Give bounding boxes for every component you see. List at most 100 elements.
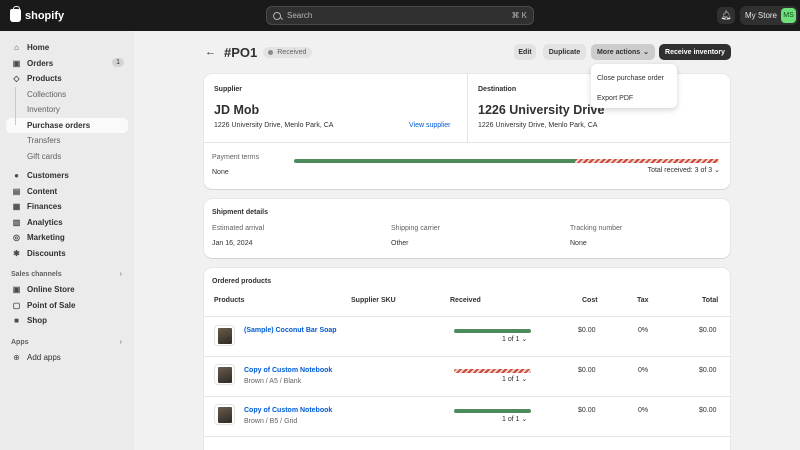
search-input[interactable]: Search ⌘ K: [266, 6, 534, 25]
search-placeholder: Search: [287, 11, 313, 20]
tax-value: 0%: [638, 327, 649, 334]
received-count-dropdown[interactable]: 1 of 1 ⌄: [502, 415, 527, 423]
progress-remaining: [574, 159, 719, 163]
carrier-value: Other: [391, 240, 409, 247]
sidebar-item-label: Shop: [27, 316, 47, 326]
sidebar-item-label: Home: [27, 43, 50, 53]
sidebar-item-collections[interactable]: Collections: [0, 87, 134, 103]
table-row[interactable]: Copy of Custom Notebook Brown / B5 / Gri…: [204, 396, 730, 436]
store-icon: ▣: [12, 285, 21, 295]
sidebar-item-online-store[interactable]: ▣ Online Store: [0, 282, 134, 298]
sidebar-item-content[interactable]: ▤ Content: [0, 184, 134, 200]
top-bar: shopify Search ⌘ K 🔔︎ My Store MS: [0, 0, 800, 31]
sidebar-item-home[interactable]: ⌂ Home: [0, 40, 134, 56]
search-shortcut: ⌘ K: [511, 11, 527, 20]
destination-address: 1226 University Drive, Menlo Park, CA: [478, 122, 598, 129]
sidebar-item-label: Analytics: [27, 217, 63, 227]
sidebar-item-finances[interactable]: ▦ Finances: [0, 199, 134, 215]
status-badge: Received: [263, 46, 313, 58]
sales-channels-label: Sales channels: [11, 271, 62, 278]
apps-header[interactable]: Apps ›: [0, 335, 134, 350]
cost-value: $0.00: [578, 407, 596, 414]
total-received-dropdown[interactable]: Total received: 3 of 3 ⌄: [648, 166, 720, 174]
chevron-down-icon: ⌄: [521, 416, 528, 423]
carrier-label: Shipping carrier: [391, 225, 441, 232]
sidebar-item-orders[interactable]: ▣ Orders 1: [0, 56, 134, 72]
received-progress-bar: [454, 369, 531, 373]
sidebar-item-label: Point of Sale: [27, 300, 76, 310]
sidebar-item-shop[interactable]: ■ Shop: [0, 313, 134, 329]
sales-channels-header[interactable]: Sales channels ›: [0, 267, 134, 282]
bank-icon: ▦: [12, 202, 21, 212]
product-thumbnail: [214, 404, 235, 425]
home-icon: ⌂: [14, 43, 19, 53]
page-title: #PO1: [224, 44, 258, 60]
search-icon: [273, 11, 281, 20]
total-value: $0.00: [699, 327, 717, 334]
shipment-title: Shipment details: [212, 209, 269, 216]
notifications-bell-icon[interactable]: 🔔︎: [717, 7, 735, 24]
received-progress-bar: [454, 409, 531, 413]
shopify-logo[interactable]: shopify: [10, 6, 65, 22]
sidebar-item-customers[interactable]: ● Customers: [0, 168, 134, 184]
sidebar-item-label: Content: [27, 186, 58, 196]
menu-item-close-purchase-order[interactable]: Close purchase order: [591, 68, 677, 88]
status-text: Received: [277, 48, 307, 56]
column-header-received: Received: [450, 297, 481, 304]
sidebar-item-label: Customers: [27, 171, 69, 181]
sidebar-item-marketing[interactable]: ◎ Marketing: [0, 230, 134, 246]
tracking-value: None: [570, 240, 587, 247]
menu-item-export-pdf[interactable]: Export PDF: [591, 88, 677, 108]
sidebar-item-point-of-sale[interactable]: ▢ Point of Sale: [0, 298, 134, 314]
table-row[interactable]: (Sample) Coconut Bar Soap 1 of 1 ⌄ $0.00…: [204, 316, 730, 356]
column-header-tax: Tax: [637, 297, 649, 304]
progress-remaining: [454, 369, 531, 373]
product-name-link[interactable]: (Sample) Coconut Bar Soap: [244, 327, 337, 334]
chart-icon: ▥: [12, 217, 21, 227]
tag-icon: ◇: [13, 74, 20, 84]
logo-text: shopify: [25, 9, 65, 22]
edit-button[interactable]: Edit: [514, 44, 536, 60]
status-dot-icon: [268, 49, 274, 55]
payment-terms-value: None: [212, 169, 229, 176]
duplicate-button[interactable]: Duplicate: [543, 44, 586, 60]
view-supplier-link[interactable]: View supplier: [409, 122, 451, 129]
sidebar-item-add-apps[interactable]: ⊕ Add apps: [0, 350, 134, 366]
sidebar-item-discounts[interactable]: ✱ Discounts: [0, 246, 134, 262]
sidebar: ⌂ Home ▣ Orders 1 ◇ Products Collections…: [0, 31, 134, 450]
chevron-right-icon: ›: [119, 271, 122, 278]
store-menu-button[interactable]: My Store MS: [740, 6, 799, 25]
product-variant: Brown / B5 / Grid: [244, 418, 298, 425]
total-received-text: Total received: 3 of 3: [647, 167, 713, 174]
table-row[interactable]: Copy of Custom Notebook Brown / A5 / Bla…: [204, 356, 730, 396]
more-actions-button[interactable]: More actions ⌄: [591, 44, 655, 60]
cost-value: $0.00: [578, 327, 596, 334]
sidebar-item-purchase-orders[interactable]: Purchase orders: [6, 117, 128, 133]
ordered-products-title: Ordered products: [212, 278, 272, 285]
received-count-dropdown[interactable]: 1 of 1 ⌄: [502, 375, 527, 383]
column-divider: [467, 74, 468, 142]
tracking-label: Tracking number: [570, 225, 623, 232]
receive-inventory-button[interactable]: Receive inventory: [659, 44, 731, 60]
sidebar-item-gift-cards[interactable]: Gift cards: [0, 149, 134, 165]
more-actions-menu: Close purchase order Export PDF: [591, 64, 677, 108]
back-arrow-icon[interactable]: ←: [205, 46, 216, 58]
tax-value: 0%: [638, 407, 649, 414]
apps-label: Apps: [11, 338, 29, 346]
chevron-right-icon: ›: [119, 338, 122, 346]
payment-terms-label: Payment terms: [212, 154, 260, 161]
divider: [204, 142, 730, 143]
received-count-dropdown[interactable]: 1 of 1 ⌄: [502, 335, 527, 343]
product-image: [217, 327, 232, 344]
arrival-value: Jan 16, 2024: [212, 240, 253, 247]
destination-label: Destination: [478, 86, 517, 93]
sidebar-item-transfers[interactable]: Transfers: [0, 133, 134, 149]
product-name-link[interactable]: Copy of Custom Notebook: [244, 407, 332, 414]
product-name-link[interactable]: Copy of Custom Notebook: [244, 367, 332, 374]
sidebar-item-label: Online Store: [27, 285, 75, 295]
sidebar-item-analytics[interactable]: ▥ Analytics: [0, 215, 134, 231]
sidebar-item-products[interactable]: ◇ Products: [0, 71, 134, 87]
sidebar-item-inventory[interactable]: Inventory: [0, 102, 134, 118]
column-header-cost: Cost: [582, 297, 598, 304]
sidebar-item-label: Discounts: [27, 248, 66, 258]
